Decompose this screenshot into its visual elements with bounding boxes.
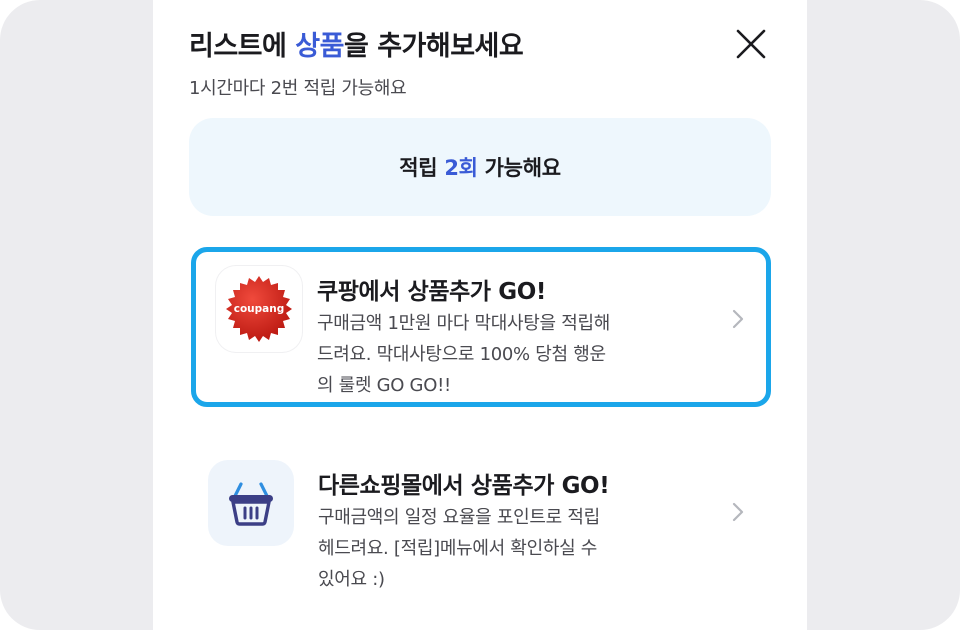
option-coupang-description: 구매금액 1만원 마다 막대사탕을 적립해 드려요. 막대사탕으로 100% 당…	[317, 308, 687, 401]
sheet-title: 리스트에 상품을 추가해보세요	[189, 24, 524, 63]
desc-line: 의 룰렛 GO GO!!	[317, 375, 451, 396]
desc-line: 헤드려요. [적립]메뉴에서 확인하실 수	[318, 538, 598, 559]
close-icon	[736, 29, 766, 59]
shopping-basket-icon	[208, 460, 294, 546]
option-other-mall-description: 구매금액의 일정 요율을 포인트로 적립 헤드려요. [적립]메뉴에서 확인하실…	[318, 502, 688, 595]
option-coupang-title: 쿠팡에서 상품추가 GO!	[317, 279, 547, 305]
title-highlight: 상품	[295, 31, 344, 62]
option-other-mall-title: 다른쇼핑몰에서 상품추가 GO!	[318, 473, 610, 499]
option-other-mall[interactable]: 다른쇼핑몰에서 상품추가 GO! 구매금액의 일정 요율을 포인트로 적립 헤드…	[191, 450, 771, 610]
title-prefix: 리스트에	[189, 31, 296, 62]
coupang-logo-text: coupang	[234, 303, 285, 315]
banner-count: 2회	[444, 156, 478, 180]
sheet-subtitle: 1시간마다 2번 적립 가능해요	[189, 78, 407, 99]
close-button[interactable]	[731, 24, 771, 64]
desc-line: 구매금액의 일정 요율을 포인트로 적립	[318, 507, 600, 528]
desc-line: 드려요. 막대사탕으로 100% 당첨 행운	[317, 344, 606, 365]
coupang-logo-icon: coupang	[216, 266, 302, 352]
title-suffix: 을 추가해보세요	[343, 31, 524, 62]
desc-line: 있어요 :)	[318, 569, 385, 590]
desc-line: 구매금액 1만원 마다 막대사탕을 적립해	[317, 313, 610, 334]
chevron-right-icon	[732, 502, 744, 522]
banner-suffix: 가능해요	[477, 156, 561, 180]
option-coupang[interactable]: coupang 쿠팡에서 상품추가 GO! 구매금액 1만원 마다 막대사탕을 …	[191, 247, 771, 407]
banner-prefix: 적립	[399, 156, 445, 180]
reward-count-banner: 적립 2회 가능해요	[189, 118, 771, 216]
add-product-sheet: 리스트에 상품을 추가해보세요 1시간마다 2번 적립 가능해요 적립 2회 가…	[153, 0, 807, 630]
chevron-right-icon	[732, 309, 744, 329]
screen-background: 리스트에 상품을 추가해보세요 1시간마다 2번 적립 가능해요 적립 2회 가…	[0, 0, 960, 630]
